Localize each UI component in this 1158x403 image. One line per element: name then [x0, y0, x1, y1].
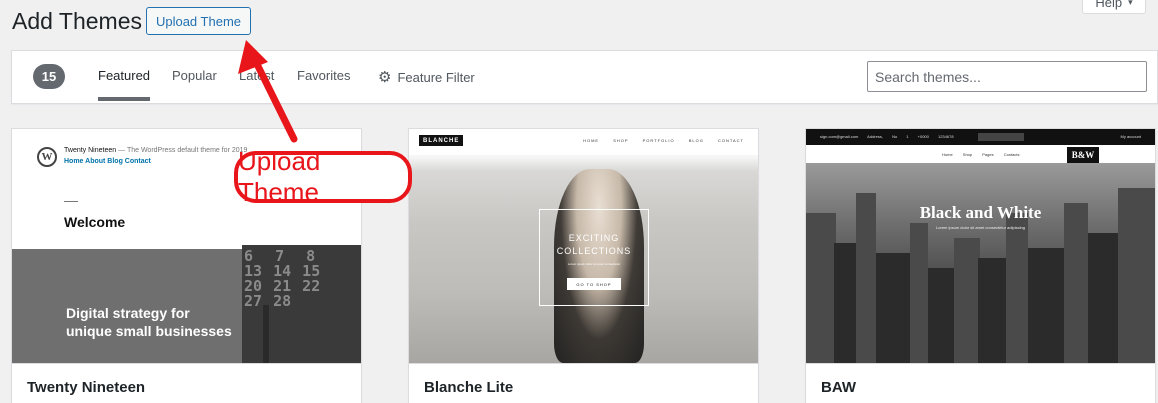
preview-header: BLANCHE HOME SHOP PORTFOLIO BLOG CONTACT — [409, 129, 758, 155]
preview-hero-subtitle: Lorem ipsum dolor sit amet consectetur a… — [936, 225, 1025, 230]
theme-screenshot[interactable]: sign.com@gmail.com Address, No 1 +0000 1… — [806, 129, 1155, 363]
feature-filter-button[interactable]: ⚙ Feature Filter — [378, 68, 475, 86]
preview-hero-title: Black and White — [919, 203, 1042, 222]
preview-plant-image — [263, 305, 269, 363]
theme-card-baw[interactable]: sign.com@gmail.com Address, No 1 +0000 1… — [805, 128, 1156, 403]
theme-screenshot[interactable]: BLANCHE HOME SHOP PORTFOLIO BLOG CONTACT… — [409, 129, 758, 363]
preview-contact-info: sign.com@gmail.com Address, No 1 +0000 1… — [820, 134, 954, 139]
preview-hero-box: EXCITING COLLECTIONS Lorem ipsum dolor s… — [539, 209, 649, 306]
preview-topbar: sign.com@gmail.com Address, No 1 +0000 1… — [806, 129, 1155, 145]
preview-site-title: Twenty Nineteen — The WordPress default … — [64, 147, 248, 154]
preview-calendar-image: 6 7 8 13 14 15 20 21 22 27 28 — [242, 245, 361, 363]
preview-tagline: The WordPress default theme for 2019 — [126, 147, 248, 154]
annotation-callout: Upload Theme — [234, 146, 412, 207]
theme-name: BAW — [806, 363, 1155, 403]
preview-welcome: Welcome — [64, 214, 126, 230]
tab-favorites[interactable]: Favorites — [297, 68, 350, 83]
preview-menu: HOME SHOP PORTFOLIO BLOG CONTACT — [583, 138, 744, 143]
tab-featured[interactable]: Featured — [98, 68, 151, 101]
theme-name: Twenty Nineteen — [12, 363, 361, 403]
preview-hero-title: EXCITING COLLECTIONS — [556, 233, 632, 256]
preview-city-photo — [806, 163, 1155, 363]
tab-latest[interactable]: Latest — [239, 68, 274, 83]
preview-divider — [64, 201, 78, 202]
page-title: Add Themes — [12, 8, 142, 34]
tab-popular[interactable]: Popular — [172, 68, 217, 83]
preview-hero-button: GO TO SHOP — [567, 278, 621, 290]
theme-card-blanche-lite[interactable]: BLANCHE HOME SHOP PORTFOLIO BLOG CONTACT… — [408, 128, 759, 403]
preview-search-box — [978, 133, 1024, 141]
theme-filter-bar: 15 Featured Popular Latest Favorites ⚙ F… — [11, 50, 1158, 104]
upload-theme-button[interactable]: Upload Theme — [146, 7, 251, 35]
preview-banner: 6 7 8 13 14 15 20 21 22 27 28 Digital st… — [12, 245, 361, 363]
preview-nav: Home About Blog Contact — [64, 158, 151, 165]
preview-nav-bar: Home Shop Pages Contacts — [806, 145, 1155, 163]
preview-site-name: Twenty Nineteen — [64, 147, 117, 154]
preview-nav: Home Shop Pages Contacts — [942, 152, 1020, 157]
theme-count-badge: 15 — [33, 64, 65, 89]
caret-down-icon: ▾ — [1128, 0, 1133, 7]
theme-name: Blanche Lite — [409, 363, 758, 403]
preview-logo: B&W — [1067, 147, 1099, 163]
wordpress-logo-icon: W — [37, 147, 57, 167]
help-tab-label: Help — [1095, 0, 1123, 10]
preview-banner-text: Digital strategy for unique small busine… — [66, 305, 232, 339]
preview-account: My account — [1120, 134, 1141, 139]
preview-hero-subtitle: Lorem ipsum dolor sit amet consectetur — [567, 262, 621, 266]
preview-logo: BLANCHE — [419, 135, 464, 146]
help-tab[interactable]: Help ▾ — [1082, 0, 1146, 14]
gear-icon: ⚙ — [378, 69, 392, 86]
search-themes-input[interactable] — [867, 61, 1147, 92]
feature-filter-label: Feature Filter — [397, 69, 475, 85]
